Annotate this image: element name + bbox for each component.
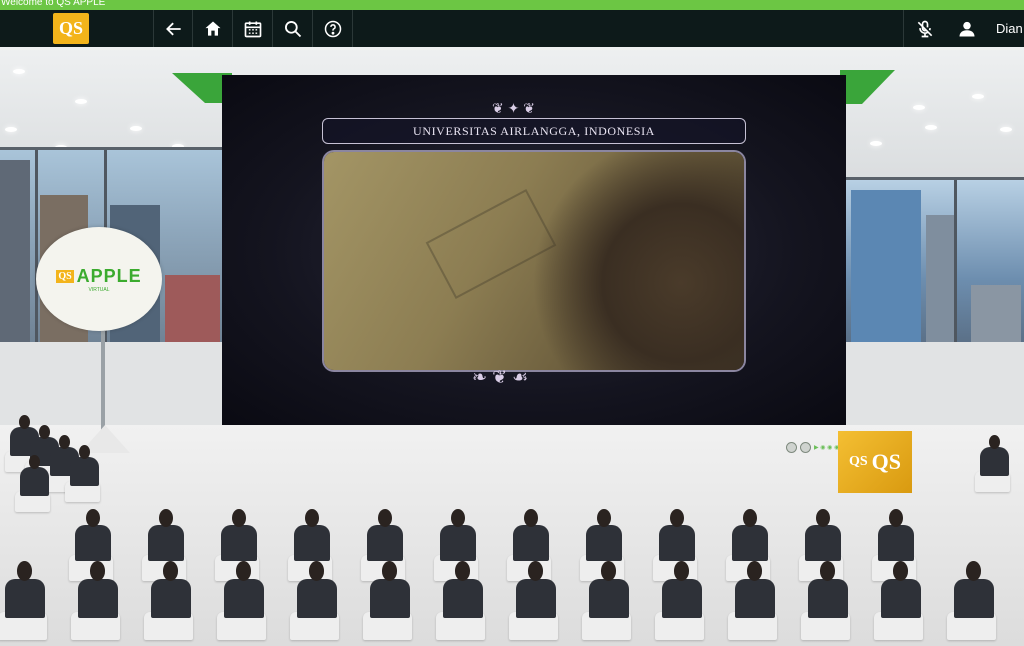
help-circle-icon	[324, 20, 341, 37]
ornament-top: ❦ ✦ ❦	[492, 100, 535, 116]
ceiling-light	[870, 141, 882, 146]
video-controls[interactable]: ▶ ◉ ◉ ◉	[786, 442, 839, 453]
top-navbar: QS Dian	[0, 10, 1024, 47]
mute-microphone-button[interactable]	[905, 10, 944, 47]
search-icon	[284, 20, 301, 37]
help-button[interactable]	[312, 10, 352, 47]
ceiling-light	[13, 69, 25, 74]
nav-separator	[903, 10, 904, 47]
play-icon[interactable]	[786, 442, 797, 453]
ceiling-light	[75, 99, 87, 104]
ceiling-light	[925, 125, 937, 130]
wall	[0, 342, 222, 427]
sign-logo: QS	[56, 269, 74, 283]
stage-screen[interactable]: ❦ ✦ ❦ UNIVERSITAS AIRLANGGA, INDONESIA ❧…	[222, 75, 846, 425]
window-right	[846, 177, 1024, 345]
box-logo-left: QS	[848, 454, 868, 469]
ceiling-light	[5, 127, 17, 132]
ceiling-light	[130, 126, 142, 131]
username-label[interactable]: Dian	[996, 10, 1023, 47]
back-button[interactable]	[153, 10, 193, 47]
stage-banner: UNIVERSITAS AIRLANGGA, INDONESIA	[322, 118, 746, 144]
nav-separator	[352, 10, 353, 47]
video-content	[534, 152, 744, 370]
microphone-off-icon	[917, 20, 932, 37]
window-title: Welcome to QS APPLE	[1, 0, 106, 8]
box-logo-right: QS	[871, 449, 902, 474]
video-frame[interactable]	[324, 152, 744, 370]
arrow-left-icon	[165, 22, 181, 35]
virtual-auditorium: ❦ ✦ ❦ UNIVERSITAS AIRLANGGA, INDONESIA ❧…	[0, 47, 1024, 646]
qs-info-box[interactable]: QS QS	[838, 431, 912, 493]
home-icon	[205, 21, 220, 36]
ceiling-light	[1000, 127, 1012, 132]
qs-apple-sign: QS APPLE VIRTUAL	[36, 227, 162, 331]
video-controls-label: ▶ ◉ ◉ ◉	[814, 445, 840, 451]
home-button[interactable]	[192, 10, 232, 47]
qs-logo-button[interactable]: QS	[53, 13, 89, 44]
fullscreen-icon[interactable]	[800, 442, 811, 453]
ceiling-light	[972, 94, 984, 99]
sign-subtitle: VIRTUAL	[88, 286, 110, 293]
sign-pole	[101, 331, 105, 431]
calendar-button[interactable]	[232, 10, 272, 47]
ornament-bottom: ❧ ❦ ☙	[472, 367, 529, 387]
ceiling-light	[913, 105, 925, 110]
search-button[interactable]	[272, 10, 312, 47]
profile-button[interactable]	[947, 10, 986, 47]
calendar-icon	[244, 21, 261, 37]
wall	[846, 342, 1024, 427]
title-bar: Welcome to QS APPLE	[0, 0, 1024, 10]
sign-text: APPLE	[76, 265, 142, 286]
user-icon	[959, 21, 974, 36]
